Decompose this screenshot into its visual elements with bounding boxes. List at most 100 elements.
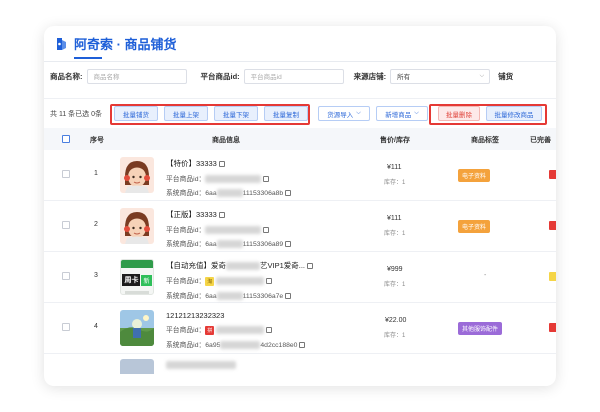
column-tags: 商品标签 [471, 137, 499, 144]
product-thumbnail[interactable] [120, 157, 154, 193]
highlight-box-left [110, 104, 310, 125]
product-stock: 库存：1 [384, 231, 406, 237]
platform-badge: 拼 [205, 325, 215, 335]
chevron-down-icon: ⌵ [414, 110, 419, 116]
system-id-prefix: 6aa [205, 292, 217, 300]
table-row[interactable] [44, 354, 556, 374]
source-store-label: 来源店铺: [353, 71, 387, 81]
complete-status-badge [549, 170, 556, 179]
table-row[interactable]: 2 【正版】33333 平台商品id： 系统商品id：6aa 11153306a8… [44, 201, 556, 252]
row-checkbox[interactable] [62, 170, 70, 178]
system-id-prefix: 6aa [205, 241, 217, 249]
copy-icon[interactable] [285, 292, 292, 299]
product-title[interactable]: 【特价】33333 [166, 159, 217, 168]
title-blurred [226, 262, 260, 271]
table-row[interactable]: 4 12121213232323 平台商品id：拼 系统商品id：6a95 4d2… [44, 303, 556, 354]
product-name-placeholder: 商品名称 [93, 74, 120, 81]
product-tag: 电子资料 [458, 169, 491, 182]
main-window: 阿奇索 · 商品铺货 商品名称: 商品名称 平台商品id: 平台商品id 来源店… [44, 26, 556, 386]
platform-id-label: 平台商品id： [166, 176, 206, 183]
copy-icon[interactable] [299, 341, 306, 348]
source-import-button[interactable]: 货源导入 ⌵ [318, 106, 370, 121]
product-thumbnail[interactable] [120, 208, 154, 244]
product-info: 【特价】33333 平台商品id： 系统商品id：6aa 11153306a8b [166, 158, 292, 198]
platform-id-placeholder: 平台商品id [250, 74, 282, 81]
platform-id-input[interactable]: 平台商品id [243, 68, 344, 84]
product-name-label: 商品名称: [50, 71, 83, 81]
add-product-button[interactable]: 新增商品 ⌵ [376, 106, 428, 121]
copy-icon[interactable] [218, 161, 225, 168]
product-price: ¥999 [387, 266, 403, 273]
copy-icon[interactable] [266, 278, 273, 285]
copy-icon[interactable] [285, 190, 292, 197]
table-header: 序号 商品信息 售价/库存 商品标签 已完善 [44, 128, 556, 150]
system-id-label: 系统商品id： [166, 190, 206, 198]
copy-icon[interactable] [307, 263, 314, 270]
system-id-prefix: 6a95 [205, 341, 221, 349]
product-info: 12121213232323 平台商品id：拼 系统商品id：6a95 4d2cc… [166, 311, 306, 349]
platform-id-label: 平台商品id： [166, 327, 206, 334]
product-stock: 库存：1 [384, 333, 406, 339]
system-id-label: 系统商品id： [166, 241, 206, 249]
row-checkbox[interactable] [62, 221, 70, 229]
system-id-blurred [216, 189, 243, 198]
product-thumbnail[interactable] [120, 359, 154, 374]
thumb-week-card-text: 周卡 [122, 274, 141, 286]
row-checkbox[interactable] [62, 272, 70, 280]
platform-id-label: 平台商品id: [200, 71, 240, 81]
system-id-blurred [220, 340, 261, 349]
platform-badge: 淘 [205, 276, 215, 286]
product-stock: 库存：1 [384, 180, 406, 186]
product-thumbnail[interactable]: 周卡 新 [120, 259, 154, 295]
product-title-blurred [166, 361, 236, 369]
system-id-prefix: 6aa [205, 190, 217, 198]
app-title: 阿奇索 · 商品铺货 [74, 34, 177, 59]
product-price: ¥111 [387, 164, 402, 171]
product-thumbnail[interactable] [120, 310, 154, 346]
table-row[interactable]: 1 【特价】33333 平台商品id： 系统商品id：6aa 11153306a8… [44, 150, 556, 201]
product-title[interactable]: 【正版】33333 [166, 210, 217, 219]
copy-icon[interactable] [263, 227, 270, 234]
title-bar: 阿奇索 · 商品铺货 [44, 26, 556, 62]
copy-icon[interactable] [266, 327, 273, 334]
row-checkbox[interactable] [62, 323, 70, 331]
source-store-value: 所有 [397, 74, 411, 81]
select-all-checkbox[interactable] [62, 135, 70, 143]
system-id-suffix: 4d2cc188e0 [260, 341, 298, 349]
product-price: ¥111 [387, 215, 402, 222]
selection-summary: 共 11 条已选 0条 [50, 110, 102, 118]
product-info: 【自动充值】爱奇 艺VIP1爱奇... 平台商品id：淘 系统商品id：6aa 11… [166, 260, 314, 300]
system-id-blurred [216, 291, 243, 300]
thumb-new-badge: 新 [141, 274, 152, 286]
product-title[interactable]: 【自动充值】爱奇 [166, 261, 226, 270]
platform-id-blurred [205, 226, 262, 235]
platform-id-label: 平台商品id： [166, 278, 206, 285]
row-seq: 1 [94, 170, 98, 177]
column-complete: 已完善 [530, 137, 551, 144]
platform-id-label: 平台商品id： [166, 227, 206, 234]
product-info: 【正版】33333 平台商品id： 系统商品id：6aa 11153306a89 [166, 209, 292, 249]
source-import-label: 货源导入 [327, 111, 354, 119]
copy-icon[interactable] [285, 241, 292, 248]
row-seq: 2 [94, 221, 98, 228]
system-id-suffix: 11153306a8b [242, 190, 284, 198]
product-price: ¥22.00 [385, 317, 407, 324]
system-id-label: 系统商品id： [166, 292, 206, 300]
row-seq: 4 [94, 323, 98, 330]
source-store-select[interactable]: 所有 ⌵ [390, 68, 491, 84]
platform-id-blurred [205, 175, 262, 184]
product-name-input[interactable]: 商品名称 [86, 68, 187, 84]
chevron-down-icon: ⌵ [479, 72, 485, 79]
table-row[interactable]: 3 周卡 新 【自动充值】爱奇 艺VIP1爱奇... 平台商品id：淘 系统商品i… [44, 252, 556, 303]
highlight-box-right [429, 104, 547, 125]
column-price: 售价/库存 [380, 137, 410, 144]
action-toolbar: 共 11 条已选 0条 批量铺货 批量上架 批量下架 批量复制 货源导入 ⌵ 新… [44, 98, 556, 128]
platform-id-blurred [216, 326, 265, 335]
system-id-label: 系统商品id： [166, 341, 206, 349]
copy-icon[interactable] [263, 176, 270, 183]
product-title-suffix: 艺VIP1爱奇... [260, 261, 306, 270]
complete-status-badge [549, 272, 556, 281]
copy-icon[interactable] [218, 212, 225, 219]
column-seq: 序号 [90, 137, 104, 144]
product-title[interactable]: 12121213232323 [166, 311, 224, 320]
